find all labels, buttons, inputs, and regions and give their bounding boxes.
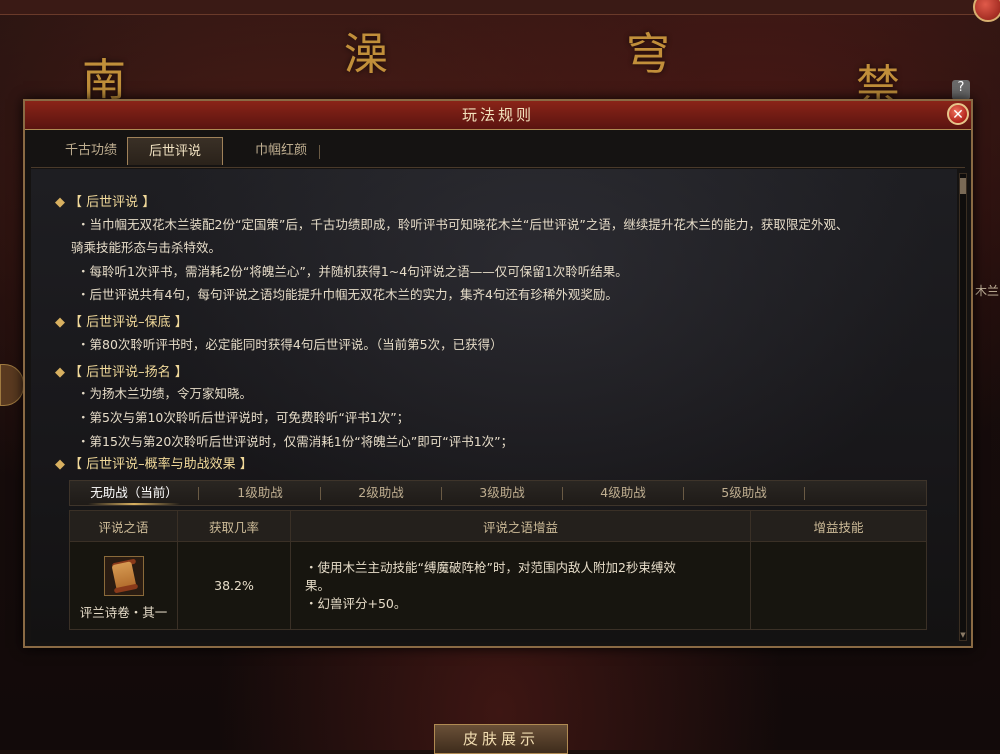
- scrollbar-thumb[interactable]: [960, 178, 966, 194]
- table-row: 评兰诗卷・其一 38.2% ・使用木兰主动技能“缚魔破阵枪”时，对范围内敌人附加…: [69, 541, 927, 630]
- rule-line: 骑乘技能形态与击杀特效。: [71, 240, 222, 255]
- col-header-skill: 增益技能: [750, 510, 927, 542]
- level-tab-1[interactable]: 1级助战: [200, 481, 320, 505]
- buff-line: ・幻兽评分+50。: [305, 595, 407, 611]
- top-bar: [0, 0, 1000, 15]
- rules-table: 评说之语 获取几率 评说之语增益 增益技能 评兰诗卷・其一 38.2% ・使用木…: [69, 510, 927, 630]
- col-header-commentary: 评说之语: [69, 510, 178, 542]
- rule-line: ・为扬木兰功绩，令万家知晓。: [77, 386, 253, 401]
- rate-cell: 38.2%: [177, 541, 291, 630]
- scroll-down-icon[interactable]: ▼: [960, 631, 966, 639]
- rule-line: ・第5次与第10次聆听后世评说时，可免费聆听“评书1次”；: [77, 410, 410, 425]
- col-header-rate: 获取几率: [177, 510, 291, 542]
- tab-later-commentary[interactable]: 后世评说: [127, 137, 223, 165]
- scroll-icon[interactable]: [103, 555, 144, 596]
- buff-line: ・使用木兰主动技能“缚魔破阵枪”时，对范围内敌人附加2秒束缚效: [305, 559, 676, 575]
- background-glyph: 穹: [626, 29, 670, 80]
- dialog-title: 玩法规则: [461, 106, 534, 124]
- dialog-titlebar: 玩法规则 ✕: [25, 101, 971, 130]
- tab-divider: [319, 145, 320, 159]
- skill-cell: [750, 541, 927, 630]
- level-tab-none[interactable]: 无助战（当前）: [70, 481, 198, 505]
- col-header-buff: 评说之语增益: [290, 510, 751, 542]
- rule-line: ・第15次与第20次聆听后世评说时，仅需消耗1份“将魄兰心”即可“评书1次”；: [77, 434, 514, 449]
- tab-divider: [804, 487, 805, 500]
- section-heading: ◆ 【 后世评说–保底 】: [55, 315, 188, 330]
- tab-heroines[interactable]: 巾帼红颜: [231, 137, 331, 165]
- background-glyph: 澡: [344, 29, 388, 80]
- commentary-cell: 评兰诗卷・其一: [69, 541, 178, 630]
- side-label: 木兰: [975, 284, 1000, 298]
- tab-achievements[interactable]: 千古功绩: [41, 137, 141, 165]
- section-heading: ◆ 【 后世评说–概率与助战效果 】: [55, 457, 253, 472]
- item-name: 评兰诗卷・其一: [79, 604, 168, 620]
- tab-bar: 千古功绩 后世评说 巾帼红颜: [31, 135, 965, 168]
- level-tab-3[interactable]: 3级助战: [442, 481, 562, 505]
- rule-line: ・后世评说共有4句，每句评说之语均能提升巾帼无双花木兰的实力，集齐4句还有珍稀外…: [77, 287, 618, 302]
- rule-line: ・当巾帼无双花木兰装配2份“定国策”后，千古功绩即成，聆听评书可知晓花木兰“后世…: [77, 217, 849, 232]
- close-icon[interactable]: ✕: [947, 103, 969, 125]
- active-tab-underline: [88, 503, 180, 505]
- buff-cell: ・使用木兰主动技能“缚魔破阵枪”时，对范围内敌人附加2秒束缚效 果。 ・幻兽评分…: [290, 541, 751, 630]
- rule-line: ・每聆听1次评书，需消耗2份“将魄兰心”，并随机获得1~4句评说之语——仅可保留…: [77, 264, 628, 279]
- level-tab-5[interactable]: 5级助战: [684, 481, 804, 505]
- rule-line: ・第80次聆听评书时，必定能同时获得4句后世评说。（当前第5次，已获得）: [77, 337, 503, 352]
- level-tab-4[interactable]: 4级助战: [563, 481, 683, 505]
- rules-content[interactable]: ◆ 【 后世评说 】 ・当巾帼无双花木兰装配2份“定国策”后，千古功绩即成，聆听评…: [31, 169, 957, 642]
- assist-level-tabs: 无助战（当前） 1级助战 2级助战 3级助战 4级助战 5级助战: [69, 480, 927, 506]
- level-tab-2[interactable]: 2级助战: [321, 481, 441, 505]
- scrollbar[interactable]: ▼: [959, 173, 967, 641]
- section-heading: ◆ 【 后世评说–扬名 】: [55, 365, 188, 380]
- section-heading: ◆ 【 后世评说 】: [55, 195, 156, 210]
- tab-divider: [198, 487, 199, 500]
- help-icon[interactable]: ?: [952, 80, 970, 100]
- buff-line: 果。: [305, 577, 331, 593]
- rules-dialog: 玩法规则 ✕ 千古功绩 后世评说 巾帼红颜 ◆ 【 后世评说 】 ・当巾帼无双花木…: [23, 99, 973, 648]
